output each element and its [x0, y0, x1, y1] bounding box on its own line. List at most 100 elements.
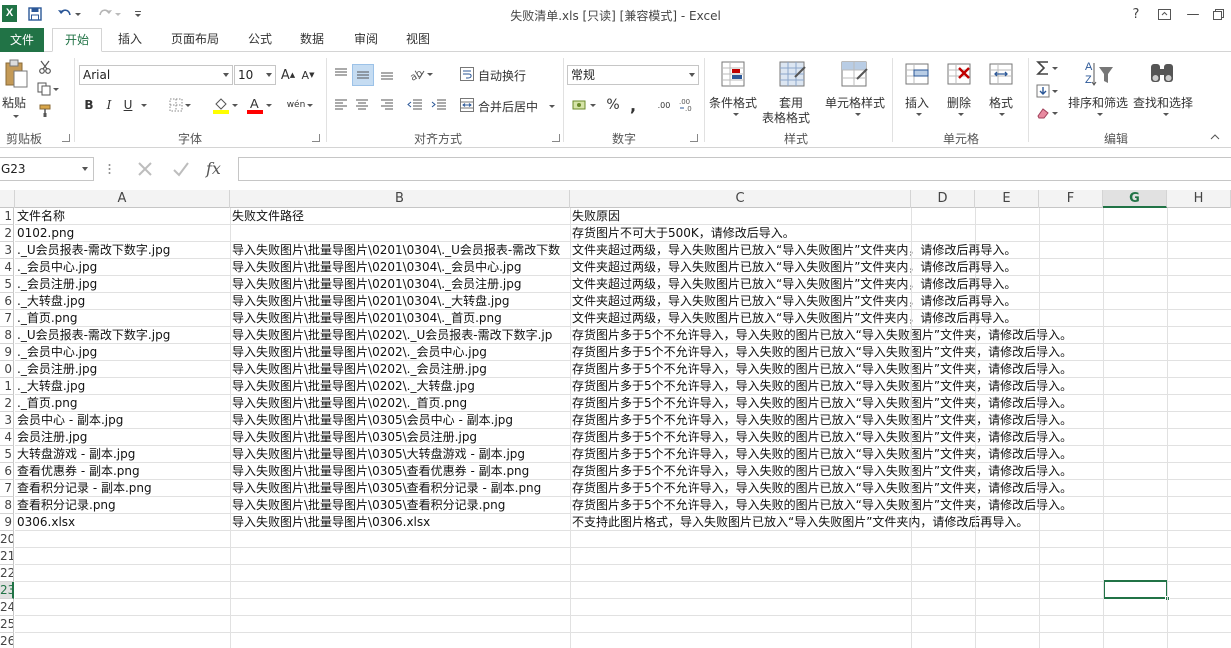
cell-b[interactable]: 导入失败图片\批量导图片\0201\0304\._会员注册.jpg — [230, 276, 521, 292]
insert-cells-label[interactable]: 插入 — [905, 94, 929, 111]
comma-style-button[interactable]: , — [626, 95, 640, 115]
cell-b[interactable]: 导入失败图片\批量导图片\0201\0304\._U会员报表-需改下数 — [230, 242, 560, 258]
format-as-table-label-2[interactable]: 表格格式 — [762, 109, 810, 126]
format-cells-label[interactable]: 格式 — [989, 94, 1013, 111]
cell-c[interactable]: 存货图片多于5个不允许导入，导入失败的图片已放入“导入失败图片”文件夹，请修改后… — [570, 429, 1072, 445]
delete-cells-label[interactable]: 删除 — [947, 94, 971, 111]
decrease-indent-icon[interactable] — [405, 95, 425, 115]
row-header[interactable]: 24 — [0, 599, 14, 616]
row-header[interactable]: 22 — [0, 565, 14, 582]
borders-icon[interactable] — [166, 96, 194, 114]
insert-cells-icon[interactable] — [902, 58, 932, 90]
worksheet-grid[interactable]: ABCDEFGH 1 2 3 4 5 6 7 8 9 0 1 2 3 4 5 6 7 8 9 20 21 22 23 24 25… — [0, 190, 1231, 648]
cell-c[interactable]: 存货图片多于5个不允许导入，导入失败的图片已放入“导入失败图片”文件夹，请修改后… — [570, 361, 1072, 377]
collapse-ribbon-icon[interactable] — [1208, 132, 1222, 142]
cell-a[interactable]: 会员中心 - 副本.jpg — [15, 412, 123, 428]
cell-a[interactable]: ._会员中心.jpg — [15, 344, 97, 360]
row-header[interactable]: 26 — [0, 633, 14, 648]
merge-center-icon[interactable] — [458, 95, 476, 115]
cell-b[interactable]: 导入失败图片\批量导图片\0305\查看优惠券 - 副本.png — [230, 463, 529, 479]
tab-insert[interactable]: 插入 — [108, 28, 152, 52]
row-header[interactable]: 0 — [0, 361, 14, 378]
cell-a[interactable]: ._首页.png — [15, 310, 77, 326]
cell-c[interactable]: 不支持此图片格式，导入失败图片已放入“导入失败图片”文件夹内，请修改后再导入。 — [570, 514, 1028, 530]
increase-font-size-icon[interactable]: A ▲ — [280, 66, 296, 84]
cell-styles-dropdown-icon[interactable] — [852, 110, 862, 118]
font-color-icon[interactable]: A — [244, 94, 274, 116]
cell-a[interactable]: 0102.png — [15, 225, 74, 241]
paste-label[interactable]: 粘贴 — [2, 94, 26, 111]
orientation-icon[interactable]: ab — [407, 64, 435, 84]
row-header[interactable]: 1 — [0, 208, 14, 225]
row-header[interactable]: 5 — [0, 446, 14, 463]
restore-window-icon[interactable] — [1207, 4, 1229, 24]
row-header[interactable]: 9 — [0, 514, 14, 531]
cell-a[interactable]: ._U会员报表-需改下数字.jpg — [15, 327, 170, 343]
row-header[interactable]: 21 — [0, 548, 14, 565]
bottom-align-icon[interactable] — [377, 64, 397, 84]
align-right-icon[interactable] — [377, 95, 397, 115]
tab-home[interactable]: 开始 — [52, 28, 102, 52]
find-select-icon[interactable] — [1146, 58, 1178, 90]
cell-b[interactable]: 导入失败图片\批量导图片\0305\大转盘游戏 - 副本.jpg — [230, 446, 525, 462]
cell-c[interactable]: 存货图片多于5个不允许导入，导入失败的图片已放入“导入失败图片”文件夹，请修改后… — [570, 480, 1072, 496]
cell-b[interactable]: 导入失败图片\批量导图片\0202\._U会员报表-需改下数字.jp — [230, 327, 552, 343]
cut-icon[interactable] — [36, 58, 54, 76]
row-header[interactable]: 8 — [0, 497, 14, 514]
formula-bar-grip-icon[interactable] — [104, 157, 114, 181]
autosum-icon[interactable] — [1034, 58, 1060, 78]
top-align-icon[interactable] — [331, 64, 351, 84]
row-header[interactable]: 3 — [0, 242, 14, 259]
tab-review[interactable]: 审阅 — [344, 28, 388, 52]
conditional-formatting-icon[interactable] — [718, 58, 750, 90]
format-cells-dropdown-icon[interactable] — [996, 110, 1006, 118]
number-dialog-launcher-icon[interactable] — [690, 134, 698, 142]
row-header[interactable]: 2 — [0, 225, 14, 242]
column-header-d[interactable]: D — [911, 190, 975, 208]
cell-a[interactable]: ._会员注册.jpg — [15, 361, 97, 377]
cell-b[interactable]: 导入失败图片\批量导图片\0305\会员中心 - 副本.jpg — [230, 412, 513, 428]
row-header[interactable]: 6 — [0, 463, 14, 480]
active-cell-selection[interactable] — [1103, 580, 1170, 601]
merge-center-label[interactable]: 合并后居中 — [478, 98, 538, 115]
cell-styles-icon[interactable] — [838, 58, 870, 90]
cell-a[interactable]: ._会员中心.jpg — [15, 259, 97, 275]
row-header[interactable]: 3 — [0, 412, 14, 429]
row-header[interactable]: 5 — [0, 276, 14, 293]
decrease-font-size-icon[interactable]: A ▼ — [300, 66, 316, 84]
cell-c[interactable]: 存货图片多于5个不允许导入，导入失败的图片已放入“导入失败图片”文件夹，请修改后… — [570, 378, 1072, 394]
cell-a[interactable]: 会员注册.jpg — [15, 429, 87, 445]
cell-a[interactable]: 查看优惠券 - 副本.png — [15, 463, 140, 479]
align-center-icon[interactable] — [352, 95, 372, 115]
cell-c[interactable]: 存货图片多于5个不允许导入，导入失败的图片已放入“导入失败图片”文件夹，请修改后… — [570, 327, 1072, 343]
cell-b[interactable]: 导入失败图片\批量导图片\0202\._首页.png — [230, 395, 467, 411]
column-header-b[interactable]: B — [230, 190, 570, 208]
cell-c[interactable]: 存货图片多于5个不允许导入，导入失败的图片已放入“导入失败图片”文件夹，请修改后… — [570, 463, 1072, 479]
cell-c[interactable]: 存货图片不可大于500K，请修改后导入。 — [570, 225, 795, 241]
underline-dropdown-icon[interactable] — [137, 96, 149, 114]
conditional-formatting-dropdown-icon[interactable] — [730, 110, 740, 118]
sort-filter-label[interactable]: 排序和筛选 — [1068, 94, 1128, 111]
column-header-a[interactable]: A — [15, 190, 230, 208]
column-header-g[interactable]: G — [1103, 190, 1167, 208]
cancel-entry-icon[interactable] — [132, 157, 158, 181]
cell-a[interactable]: ._大转盘.jpg — [15, 378, 85, 394]
wrap-text-icon[interactable] — [458, 64, 476, 84]
increase-decimal-button[interactable]: .00 — [654, 95, 674, 115]
row-header[interactable]: 9 — [0, 344, 14, 361]
row-header[interactable]: 7 — [0, 480, 14, 497]
cell-a[interactable]: 文件名称 — [15, 208, 65, 224]
wrap-text-label[interactable]: 自动换行 — [478, 67, 526, 84]
cell-c[interactable]: 文件夹超过两级，导入失败图片已放入“导入失败图片”文件夹内，请修改后再导入。 — [570, 242, 1016, 258]
cell-b[interactable]: 失败文件路径 — [230, 208, 304, 224]
increase-indent-icon[interactable] — [429, 95, 449, 115]
insert-cells-dropdown-icon[interactable] — [913, 110, 923, 118]
cell-b[interactable]: 导入失败图片\批量导图片\0305\查看积分记录.png — [230, 497, 505, 513]
cell-b[interactable]: 导入失败图片\批量导图片\0202\._会员中心.jpg — [230, 344, 487, 360]
merge-dropdown-icon[interactable] — [546, 102, 556, 110]
cell-c[interactable]: 文件夹超过两级，导入失败图片已放入“导入失败图片”文件夹内，请修改后再导入。 — [570, 310, 1016, 326]
italic-button[interactable]: I — [102, 96, 116, 114]
underline-button[interactable]: U — [121, 96, 135, 114]
cell-a[interactable]: 0306.xlsx — [15, 514, 75, 530]
cell-b[interactable]: 导入失败图片\批量导图片\0202\._大转盘.jpg — [230, 378, 475, 394]
